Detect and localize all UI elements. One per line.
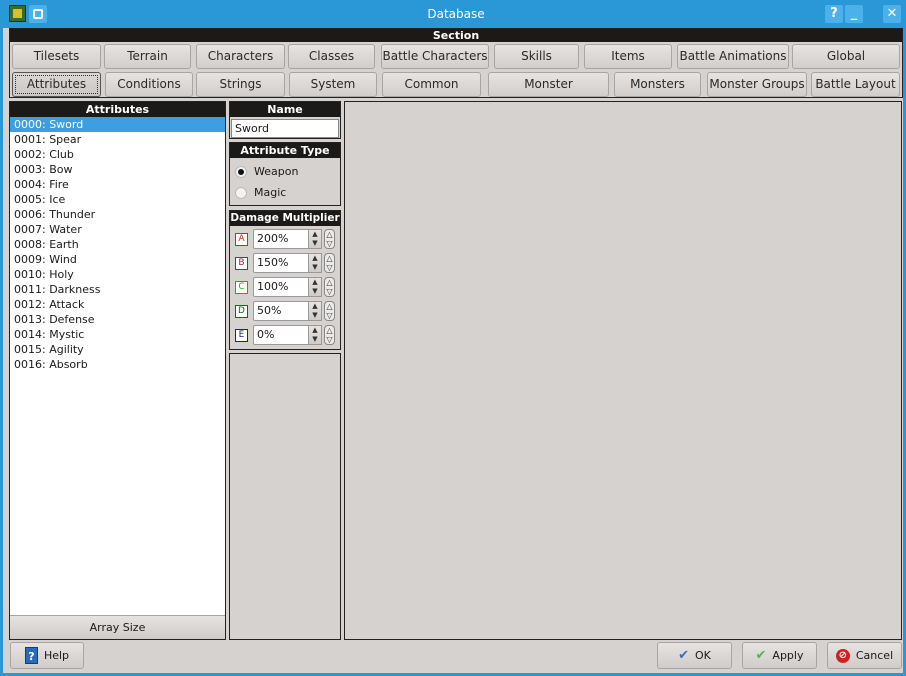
help-book-icon: ?: [24, 647, 38, 664]
name-input[interactable]: Sword: [231, 119, 339, 138]
multiplier-row: E 0% ▲ ▼ △ ▽: [230, 323, 340, 347]
list-item[interactable]: 0006: Thunder: [10, 207, 225, 222]
apply-button[interactable]: ✔ Apply: [742, 642, 817, 669]
section-tab-attributes[interactable]: Attributes: [12, 72, 101, 97]
list-item[interactable]: 0012: Attack: [10, 297, 225, 312]
list-item[interactable]: 0005: Ice: [10, 192, 225, 207]
multiplier-input[interactable]: 100%: [253, 277, 309, 297]
check-icon: ✔: [755, 648, 767, 663]
minimize-button[interactable]: _: [845, 5, 863, 23]
radio-button-weapon[interactable]: [235, 165, 247, 178]
cancel-button[interactable]: ⊘ Cancel: [827, 642, 902, 669]
multiplier-input[interactable]: 200%: [253, 229, 309, 249]
multiplier-row: D 50% ▲ ▼ △ ▽: [230, 299, 340, 323]
attributes-list-panel: Attributes 0000: Sword 0001: Spear 0002: C…: [9, 101, 226, 640]
list-item[interactable]: 0001: Spear: [10, 132, 225, 147]
section-tab-monsters[interactable]: Monsters: [614, 72, 701, 97]
spin-arrows-icon[interactable]: ▲ ▼: [309, 325, 322, 345]
section-tab-global-animations[interactable]: Global Animations: [792, 44, 900, 86]
list-item[interactable]: 0008: Earth: [10, 237, 225, 252]
ok-button[interactable]: ✔ OK: [657, 642, 732, 669]
help-title-button[interactable]: ?: [825, 5, 843, 23]
section-tab-tilesets[interactable]: Tilesets: [12, 44, 101, 69]
list-item[interactable]: 0002: Club: [10, 147, 225, 162]
list-item[interactable]: 0013: Defense: [10, 312, 225, 327]
list-item[interactable]: 0011: Darkness: [10, 282, 225, 297]
list-item[interactable]: 0010: Holy: [10, 267, 225, 282]
array-size-button[interactable]: Array Size: [10, 615, 225, 639]
multiplier-row: C 100% ▲ ▼ △ ▽: [230, 275, 340, 299]
spin-arrows-icon[interactable]: ▲ ▼: [309, 277, 322, 297]
spin-arrows-icon[interactable]: ▲ ▼: [309, 229, 322, 249]
damage-multiplier-title: Damage Multiplier: [230, 211, 340, 226]
section-tab-items[interactable]: Items: [584, 44, 672, 69]
section-tab-strings[interactable]: Strings: [196, 72, 285, 97]
multiplier-row: A 200% ▲ ▼ △ ▽: [230, 227, 340, 251]
list-item[interactable]: 0000: Sword: [10, 117, 225, 132]
multiplier-input[interactable]: 50%: [253, 301, 309, 321]
empty-box: [229, 353, 341, 640]
section-tab-conditions[interactable]: Conditions: [105, 72, 193, 97]
cancel-icon: ⊘: [835, 648, 850, 663]
section-tab-skills[interactable]: Skills: [494, 44, 579, 69]
close-button[interactable]: ✕: [883, 5, 901, 23]
radio-button-magic[interactable]: [235, 186, 247, 199]
section-tab-battle-animations[interactable]: Battle Animations: [677, 44, 789, 69]
name-box: Name Sword: [229, 101, 341, 139]
multiplier-input[interactable]: 150%: [253, 253, 309, 273]
spin-slider-icon[interactable]: △ ▽: [324, 229, 335, 249]
spin-arrows-icon[interactable]: ▲ ▼: [309, 253, 322, 273]
check-icon: ✔: [678, 648, 690, 663]
section-tab-characters[interactable]: Characters: [196, 44, 285, 69]
radio-weapon[interactable]: Weapon: [230, 161, 340, 182]
spin-slider-icon[interactable]: △ ▽: [324, 253, 335, 273]
radio-magic[interactable]: Magic: [230, 182, 340, 203]
section-tab-system[interactable]: System: [289, 72, 377, 97]
letter-e-icon: E: [235, 328, 248, 342]
radio-label-magic: Magic: [254, 186, 287, 199]
database-window: Database ? _ ✕ Section Tilesets Terrain Ch…: [0, 0, 906, 676]
section-tab-monster-groups[interactable]: Monster Groups: [707, 72, 807, 97]
attributes-title: Attributes: [10, 102, 225, 117]
list-item[interactable]: 0007: Water: [10, 222, 225, 237]
letter-a-icon: A: [235, 232, 248, 246]
section-tab-common-events[interactable]: Common Events: [382, 72, 481, 114]
title-bar: Database ? _ ✕: [3, 0, 906, 28]
list-item[interactable]: 0003: Bow: [10, 162, 225, 177]
section-tab-classes[interactable]: Classes: [288, 44, 375, 69]
section-tab-battle-layout[interactable]: Battle Layout: [811, 72, 900, 97]
section-tab-battle-characters[interactable]: Battle Characters: [381, 44, 489, 69]
section-tab-monster-animations[interactable]: Monster Animations: [488, 72, 609, 114]
spin-arrows-icon[interactable]: ▲ ▼: [309, 301, 322, 321]
apply-label: Apply: [772, 649, 804, 662]
cancel-label: Cancel: [855, 649, 894, 662]
list-item[interactable]: 0016: Absorb: [10, 357, 225, 372]
window-title: Database: [427, 7, 485, 21]
section-panel: Section Tilesets Terrain Characters Classes…: [9, 28, 903, 114]
multiplier-input[interactable]: 0%: [253, 325, 309, 345]
attributes-list[interactable]: 0000: Sword 0001: Spear 0002: Club 0003: Bo…: [10, 117, 225, 372]
list-item[interactable]: 0009: Wind: [10, 252, 225, 267]
help-label: Help: [43, 649, 70, 662]
attribute-type-box: Attribute Type Weapon Magic: [229, 142, 341, 206]
multiplier-row: B 150% ▲ ▼ △ ▽: [230, 251, 340, 275]
section-tab-terrain[interactable]: Terrain: [104, 44, 191, 69]
list-item[interactable]: 0004: Fire: [10, 177, 225, 192]
list-item[interactable]: 0015: Agility: [10, 342, 225, 357]
help-button[interactable]: ? Help: [10, 642, 84, 669]
list-item[interactable]: 0014: Mystic: [10, 327, 225, 342]
ok-label: OK: [695, 649, 711, 662]
damage-multiplier-box: Damage Multiplier A 200% ▲ ▼ △ ▽ B 150% ▲ ▼ △ ▽ C 100…: [229, 210, 341, 350]
name-title: Name: [230, 102, 340, 117]
spin-slider-icon[interactable]: △ ▽: [324, 277, 335, 297]
radio-label-weapon: Weapon: [254, 165, 299, 178]
attribute-type-title: Attribute Type: [230, 143, 340, 158]
letter-c-icon: C: [235, 280, 248, 294]
preview-panel: [344, 101, 902, 640]
letter-b-icon: B: [235, 256, 248, 270]
spin-slider-icon[interactable]: △ ▽: [324, 325, 335, 345]
section-title: Section: [10, 29, 902, 42]
letter-d-icon: D: [235, 304, 248, 318]
spin-slider-icon[interactable]: △ ▽: [324, 301, 335, 321]
